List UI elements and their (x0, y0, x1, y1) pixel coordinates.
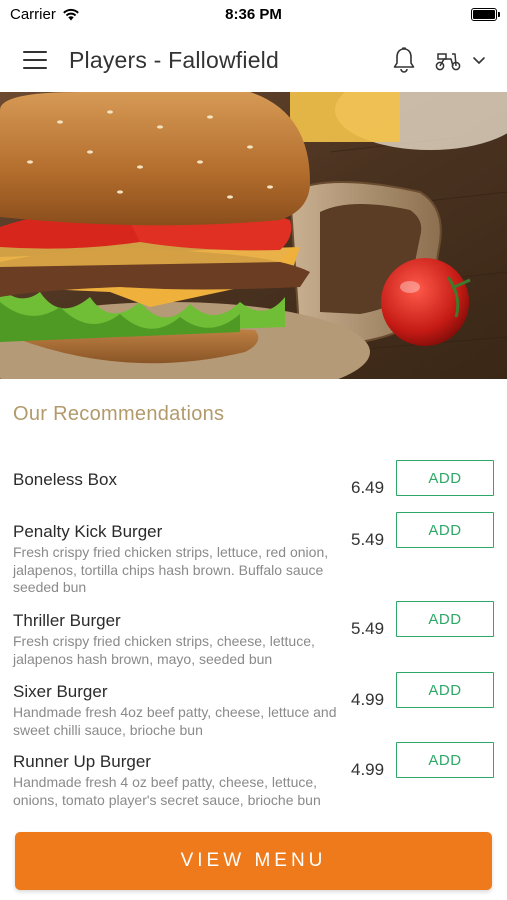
nav-bar: Players - Fallowfield (0, 28, 507, 92)
status-bar: Carrier 8:36 PM (0, 0, 507, 28)
item-price: 4.99 (351, 760, 385, 779)
item-description: Fresh crispy fried chicken strips, lettu… (13, 544, 329, 595)
hamburger-menu-icon[interactable] (23, 51, 47, 69)
item-price: 5.49 (351, 619, 385, 638)
page-title: Players - Fallowfield (69, 46, 279, 73)
item-name: Thriller Burger (13, 611, 121, 630)
recommendations-title: Our Recommendations (13, 403, 225, 425)
item-price: 6.49 (351, 478, 385, 497)
item-description: Handmade fresh 4 oz beef patty, cheese, … (13, 774, 321, 808)
item-price: 4.99 (351, 690, 385, 709)
item-name: Penalty Kick Burger (13, 522, 163, 541)
item-name: Sixer Burger (13, 682, 108, 701)
hero-image (0, 92, 507, 379)
item-price: 5.49 (351, 530, 385, 549)
add-button[interactable]: ADD (396, 742, 494, 778)
view-menu-button[interactable]: VIEW MENU (15, 832, 492, 890)
bell-icon[interactable] (389, 45, 419, 75)
add-button[interactable]: ADD (396, 460, 494, 496)
chevron-down-icon[interactable] (471, 52, 487, 68)
add-button[interactable]: ADD (396, 601, 494, 637)
item-description: Handmade fresh 4oz beef patty, cheese, l… (13, 704, 337, 738)
scooter-icon[interactable] (433, 46, 463, 74)
add-button[interactable]: ADD (396, 512, 494, 548)
add-button[interactable]: ADD (396, 672, 494, 708)
item-description: Fresh crispy fried chicken strips, chees… (13, 633, 315, 667)
item-name: Boneless Box (13, 470, 117, 489)
battery-icon (471, 7, 500, 21)
item-name: Runner Up Burger (13, 752, 151, 771)
status-time: 8:36 PM (225, 5, 282, 23)
